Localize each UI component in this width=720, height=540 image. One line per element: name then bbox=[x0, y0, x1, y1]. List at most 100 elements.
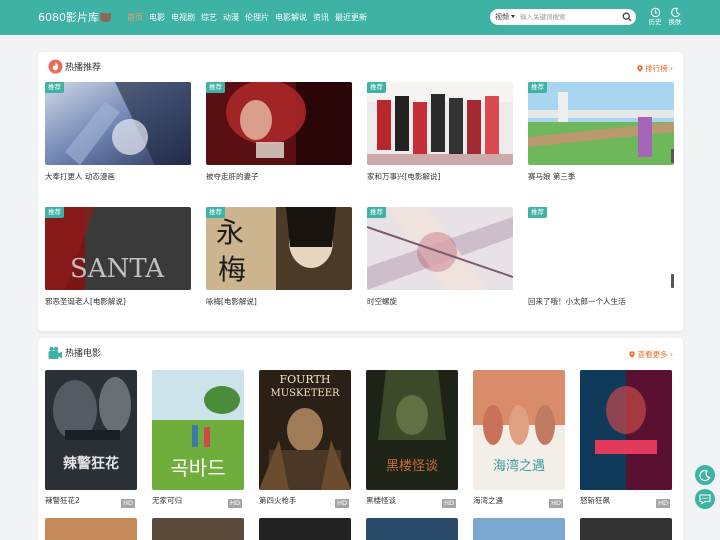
recommend-badge: 推荐 bbox=[45, 207, 64, 218]
movie-card-5[interactable]: 海湾之遇 HD 海湾之遇 bbox=[473, 370, 565, 510]
hot-recommend-title: 热播推荐 bbox=[65, 63, 102, 73]
card-title[interactable]: 海湾之遇 bbox=[473, 496, 503, 506]
svg-text:黑楼怪谈: 黑楼怪谈 bbox=[386, 459, 438, 474]
card-title[interactable]: 时空螺旋 bbox=[367, 297, 397, 307]
nav-variety[interactable]: 综艺 bbox=[201, 12, 217, 23]
hd-badge: HD bbox=[656, 499, 670, 508]
card-title[interactable]: 无家可归 bbox=[152, 496, 182, 506]
poster-image: 黑楼怪谈 bbox=[366, 370, 458, 490]
poster-image bbox=[45, 82, 191, 165]
hot-movies-title: 热播电影 bbox=[65, 349, 102, 359]
recommend-badge: 推荐 bbox=[528, 82, 547, 93]
poster-image[interactable] bbox=[580, 518, 672, 540]
card-title[interactable]: 怒斩狂飙 bbox=[580, 496, 610, 506]
svg-text:辣警狂花: 辣警狂花 bbox=[63, 455, 119, 472]
poster-image bbox=[528, 207, 674, 290]
hd-badge: HD bbox=[549, 499, 563, 508]
recommend-card-4[interactable]: 推荐 赛马娘 第三季 bbox=[528, 82, 674, 182]
theme-button[interactable]: 换肤 bbox=[665, 7, 685, 27]
recommend-card-1[interactable]: 推荐 大奉打更人 动态漫画 bbox=[45, 82, 191, 182]
site-logo[interactable]: 6080影片库 bbox=[38, 11, 111, 25]
card-title[interactable]: 回来了哦！小太郎一个人生活 bbox=[528, 297, 626, 307]
card-title[interactable]: 第四火枪手 bbox=[259, 496, 297, 506]
card-title[interactable]: 大奉打更人 动态漫画 bbox=[45, 172, 115, 182]
poster-image: 海湾之遇 bbox=[473, 370, 565, 490]
nav-anime[interactable]: 动漫 bbox=[223, 12, 239, 23]
nav-ethics[interactable]: 伦理片 bbox=[245, 12, 269, 23]
nav-home[interactable]: 首页 bbox=[127, 12, 143, 23]
nav-news[interactable]: 资讯 bbox=[313, 12, 329, 23]
search-type-select[interactable]: 视频 bbox=[495, 12, 515, 22]
svg-text:永: 永 bbox=[216, 216, 244, 249]
hd-badge: HD bbox=[228, 499, 242, 508]
card-title[interactable]: 家和万事兴[电影解说] bbox=[367, 172, 440, 182]
chat-icon bbox=[699, 494, 711, 505]
poster-image: 곡바드 bbox=[152, 370, 244, 490]
card-title[interactable]: 被夺走肝的妻子 bbox=[206, 172, 259, 182]
poster-image bbox=[367, 207, 513, 290]
recommend-card-3[interactable]: 推荐 家和万事兴[电影解说] bbox=[367, 82, 513, 182]
history-button[interactable]: 历史 bbox=[645, 7, 665, 27]
movie-card-1[interactable]: 辣警狂花 HD 辣警狂花2 bbox=[45, 370, 137, 510]
theme-label: 换肤 bbox=[668, 18, 682, 26]
card-title[interactable]: 辣警狂花2 bbox=[45, 496, 80, 506]
cup-icon bbox=[100, 13, 111, 22]
recommend-card-5[interactable]: SANTA 推荐 邪恶圣诞老人[电影解说] bbox=[45, 207, 191, 307]
recommend-badge: 推荐 bbox=[206, 207, 225, 218]
recommend-badge: 推荐 bbox=[45, 82, 64, 93]
search-icon[interactable] bbox=[622, 12, 632, 22]
card-title[interactable]: 咏梅[电影解说] bbox=[206, 297, 257, 307]
svg-text:梅: 梅 bbox=[218, 253, 246, 286]
recommend-card-7[interactable]: 推荐 时空螺旋 bbox=[367, 207, 513, 307]
movie-card-6[interactable]: HD 怒斩狂飙 bbox=[580, 370, 672, 510]
recommend-card-6[interactable]: 永 梅 推荐 咏梅[电影解说] bbox=[206, 207, 352, 307]
search-input[interactable] bbox=[520, 11, 610, 23]
movie-card-2[interactable]: 곡바드 HD 无家可归 bbox=[152, 370, 244, 510]
history-icon bbox=[650, 7, 660, 18]
svg-text:海湾之遇: 海湾之遇 bbox=[493, 458, 545, 474]
nav-movies[interactable]: 电影 bbox=[149, 12, 165, 23]
card-title[interactable]: 赛马娘 第三季 bbox=[528, 172, 575, 182]
history-label: 历史 bbox=[648, 18, 662, 26]
nav-commentary[interactable]: 电影解说 bbox=[275, 12, 307, 23]
main-nav: 首页 电影 电视剧 综艺 动漫 伦理片 电影解说 资讯 最近更新 bbox=[127, 12, 373, 23]
hd-badge: HD bbox=[121, 499, 135, 508]
poster-image: FOURTH MUSKETEER bbox=[259, 370, 351, 490]
hd-badge: HD bbox=[442, 499, 456, 508]
recommend-badge: 推荐 bbox=[206, 82, 225, 93]
recommend-badge: 推荐 bbox=[367, 82, 386, 93]
recommend-card-8[interactable]: 推荐 回来了哦！小太郎一个人生活 bbox=[528, 207, 674, 307]
chat-float-button[interactable] bbox=[695, 489, 715, 509]
search-bar: 视频 bbox=[490, 9, 636, 25]
poster-image[interactable] bbox=[473, 518, 565, 540]
movie-card-4[interactable]: 黑楼怪谈 HD 黑楼怪谈 bbox=[366, 370, 458, 510]
scroll-indicator bbox=[671, 149, 674, 163]
svg-text:곡바드: 곡바드 bbox=[170, 456, 225, 480]
moon-icon bbox=[670, 7, 680, 18]
see-more-link[interactable]: 查看更多 › bbox=[629, 349, 673, 360]
poster-image[interactable] bbox=[152, 518, 244, 540]
nav-tv[interactable]: 电视剧 bbox=[171, 12, 195, 23]
theme-float-button[interactable] bbox=[695, 465, 715, 485]
card-title[interactable]: 邪恶圣诞老人[电影解说] bbox=[45, 297, 126, 307]
scroll-indicator bbox=[671, 274, 674, 288]
ranking-link[interactable]: 排行榜 › bbox=[637, 63, 673, 74]
hd-badge: HD bbox=[335, 499, 349, 508]
location-pin-icon bbox=[637, 65, 643, 72]
recommend-badge: 推荐 bbox=[367, 207, 386, 218]
card-title[interactable]: 黑楼怪谈 bbox=[366, 496, 396, 506]
poster-image[interactable] bbox=[259, 518, 351, 540]
location-pin-icon bbox=[629, 351, 635, 358]
poster-image[interactable] bbox=[366, 518, 458, 540]
chevron-down-icon bbox=[511, 15, 515, 18]
moon-icon bbox=[699, 469, 711, 482]
poster-image[interactable] bbox=[45, 518, 137, 540]
hot-recommend-panel: 热播推荐 排行榜 › 推荐 大奉打更人 动态漫画 推荐 被夺走肝的妻子 推荐 家… bbox=[38, 52, 683, 331]
svg-text:FOURTH: FOURTH bbox=[280, 373, 331, 386]
recommend-card-2[interactable]: 推荐 被夺走肝的妻子 bbox=[206, 82, 352, 182]
nav-recent[interactable]: 最近更新 bbox=[335, 12, 367, 23]
poster-image: SANTA bbox=[45, 207, 191, 290]
poster-image: 永 梅 bbox=[206, 207, 352, 290]
poster-image bbox=[206, 82, 352, 165]
movie-card-3[interactable]: FOURTH MUSKETEER HD 第四火枪手 bbox=[259, 370, 351, 510]
